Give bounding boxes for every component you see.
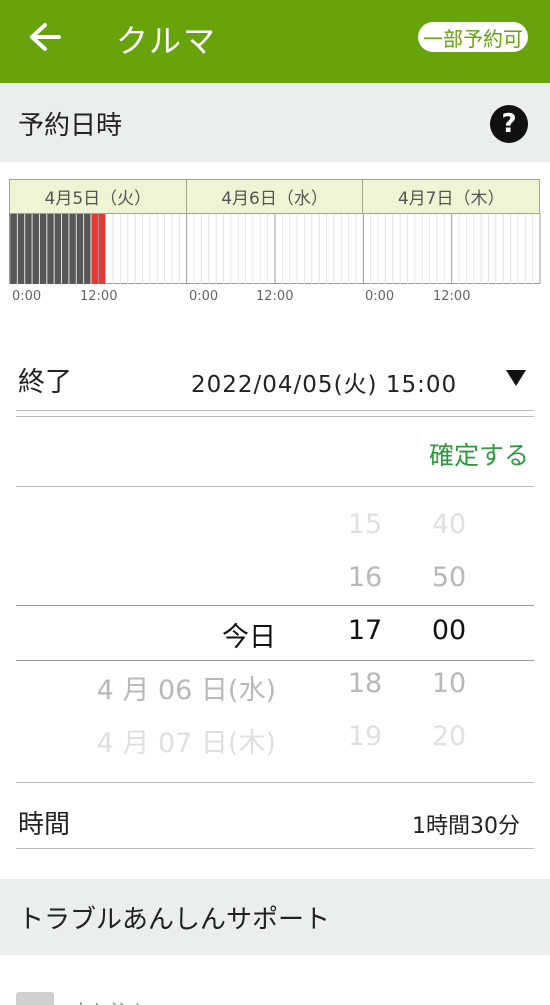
picker-minute-option[interactable]: 50 (414, 562, 484, 593)
support-apply-option[interactable]: 申し込む (16, 990, 534, 1005)
divider (16, 410, 534, 411)
timeline-tick-label: 12:00 (433, 289, 471, 304)
timeline-booked-slot (17, 214, 25, 284)
picker-minute-option[interactable]: 10 (414, 668, 484, 699)
end-datetime-value: 2022/04/05(火) 15:00 (191, 372, 458, 398)
timeline-day-label: 4月6日（水） (186, 179, 364, 214)
timeline-tick-label: 12:00 (256, 289, 294, 304)
timeline-booked-slot (68, 214, 77, 284)
help-icon[interactable]: ? (490, 105, 528, 143)
divider (16, 848, 534, 849)
timeline-booked-slot (83, 214, 91, 284)
picker-day-option[interactable]: 4 月 06 日(水) (97, 668, 276, 707)
picker-hour-selected[interactable]: 17 (330, 615, 400, 646)
back-button[interactable] (22, 14, 68, 60)
timeline-grid (9, 214, 541, 284)
picker-minute-option[interactable]: 20 (414, 721, 484, 752)
picker-day-option[interactable]: 4 月 07 日(木) (97, 721, 276, 760)
support-section-label: トラブルあんしんサポート (18, 905, 331, 935)
end-time-selector[interactable]: 終了 2022/04/05(火) 15:00 (16, 350, 534, 410)
timeline-booked-slot (61, 214, 69, 284)
support-section-header: トラブルあんしんサポート (0, 879, 550, 955)
picker-selection-line (16, 605, 534, 606)
timeline-booked-slot (10, 214, 18, 284)
datetime-picker[interactable]: 今日 4 月 06 日(水) 4 月 07 日(木) 15 16 17 18 1… (16, 487, 534, 782)
timeline-tick-label: 0:00 (365, 289, 395, 304)
timeline-booked-slot (24, 214, 33, 284)
end-label: 終了 (18, 367, 72, 398)
timeline-booked-slot (54, 214, 62, 284)
reservation-section-label: 予約日時 (18, 111, 123, 141)
timeline-booked-slot (39, 214, 47, 284)
dropdown-arrow-icon (506, 370, 526, 386)
picker-hour-option[interactable]: 19 (330, 721, 400, 752)
timeline-booked-slot (76, 214, 84, 284)
timeline-selected-slot (98, 214, 106, 284)
timeline-day-label: 4月5日（火） (9, 179, 187, 214)
timeline-booked-slot (46, 214, 55, 284)
timeline-tick-label: 12:00 (80, 289, 118, 304)
picker-hour-option[interactable]: 18 (330, 668, 400, 699)
timeline-tick-label: 0:00 (189, 289, 219, 304)
timeline-axis: 0:00 12:00 0:00 12:00 0:00 12:00 (9, 284, 540, 308)
timeline-tick-label: 0:00 (12, 289, 42, 304)
picker-selection-line (16, 660, 534, 661)
timeline-bars (9, 214, 541, 284)
confirm-button[interactable]: 確定する (429, 436, 529, 472)
timeline-day-label: 4月7日（木） (363, 179, 541, 214)
checkbox-icon[interactable] (16, 992, 54, 1005)
timeline-booked-slot (32, 214, 40, 284)
divider (16, 416, 534, 417)
duration-value: 1時間30分 (412, 814, 520, 839)
picker-hour-option[interactable]: 16 (330, 562, 400, 593)
picker-hour-option[interactable]: 15 (330, 509, 400, 540)
picker-minute-selected[interactable]: 00 (414, 615, 484, 646)
timeline-selected-slot (90, 214, 99, 284)
app-bar: クルマ 一部予約可 (0, 0, 550, 83)
reservation-section-header: 予約日時 (0, 83, 550, 162)
duration-row: 時間 1時間30分 (16, 790, 534, 848)
page-title: クルマ (116, 22, 218, 60)
duration-label: 時間 (18, 810, 71, 840)
availability-badge: 一部予約可 (418, 22, 528, 52)
divider (16, 782, 534, 783)
picker-minute-option[interactable]: 40 (414, 509, 484, 540)
availability-timeline: 4月5日（火） 4月6日（水） 4月7日（木） 0:00 12:00 0:00 … (9, 179, 541, 308)
apply-label: 申し込む (71, 996, 151, 1005)
picker-day-selected[interactable]: 今日 (222, 615, 276, 654)
arrow-left-icon (30, 23, 61, 51)
